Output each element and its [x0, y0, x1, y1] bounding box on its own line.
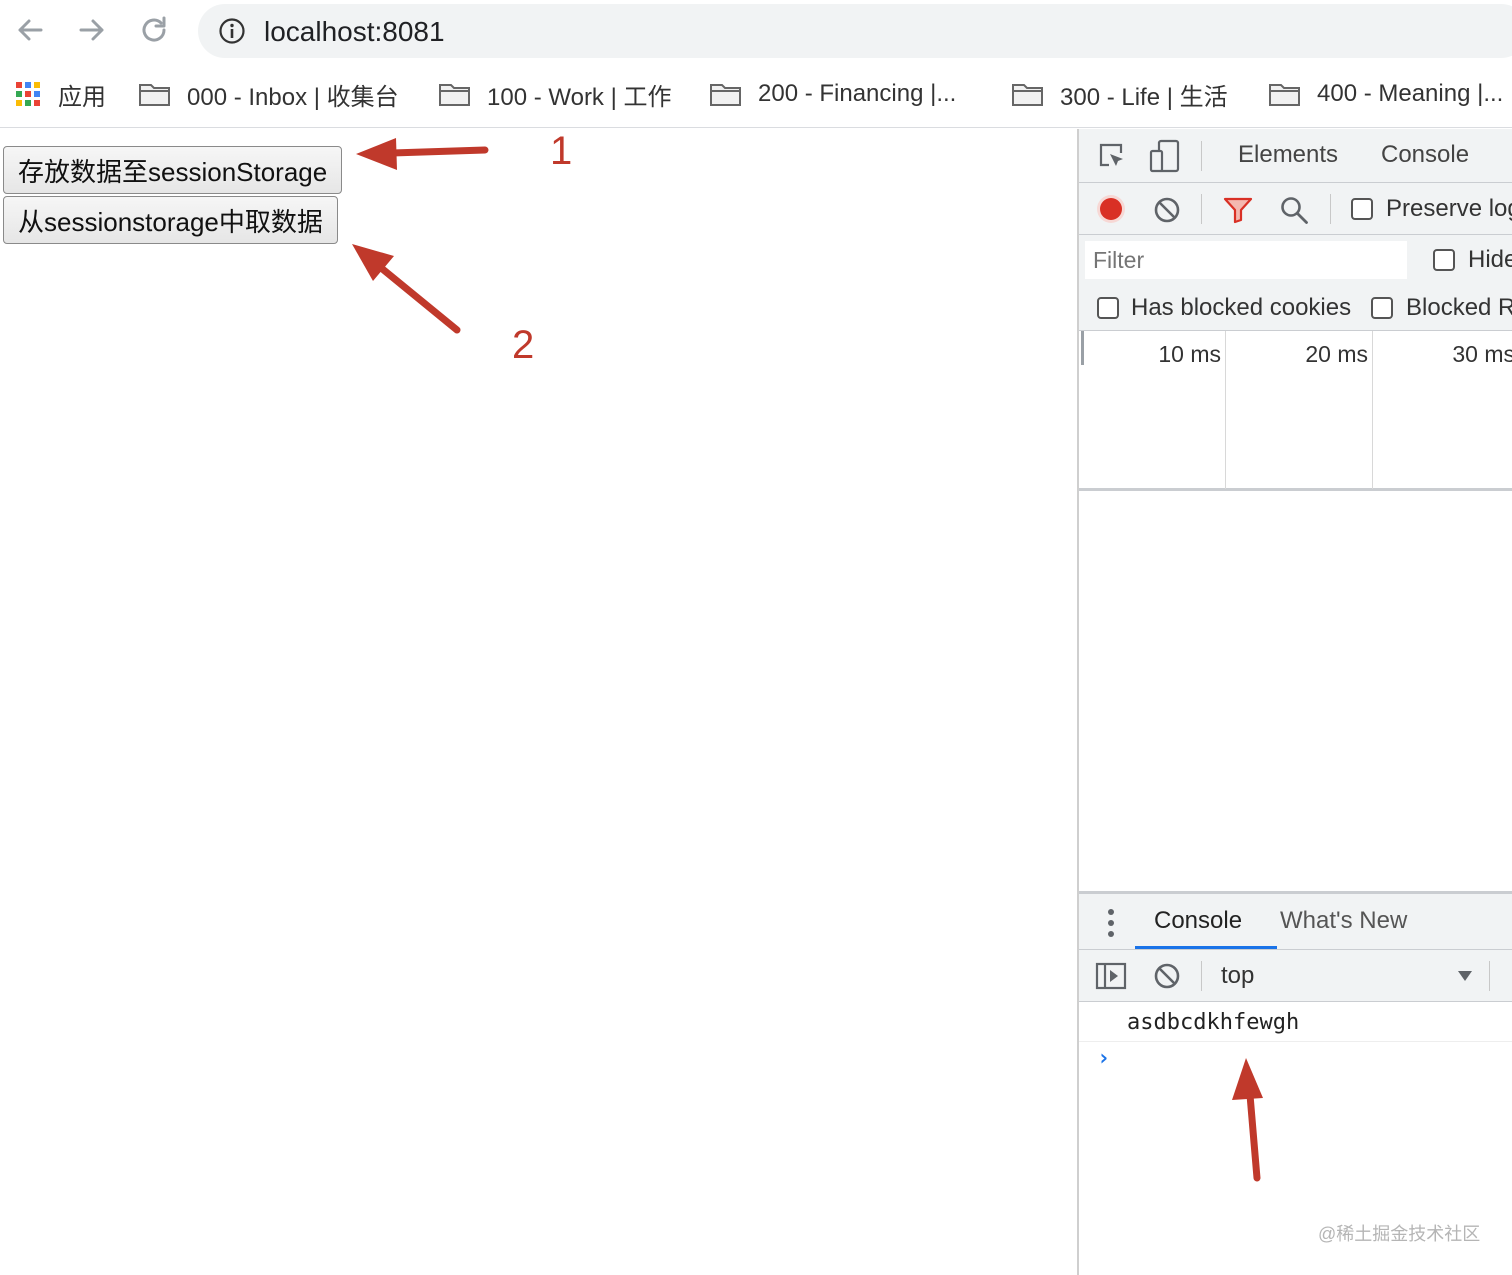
- console-drawer: Console What's New top asdbcdkhfewgh ›: [1079, 891, 1512, 1275]
- watermark: @稀土掘金技术社区: [1318, 1224, 1481, 1244]
- bookmark-folder-meaning[interactable]: 400 - Meaning |...: [1268, 76, 1503, 112]
- context-selector[interactable]: top: [1209, 956, 1479, 996]
- chevron-down-icon: [1458, 971, 1472, 981]
- devtools-tabbar: Elements Console: [1079, 129, 1512, 183]
- timeline-tick-label: 20 ms: [1305, 341, 1368, 367]
- bookmark-label: 000 - Inbox | 收集台: [187, 83, 399, 111]
- network-toolbar: Preserve log: [1079, 183, 1512, 235]
- reload-button[interactable]: [136, 12, 172, 48]
- clear-icon[interactable]: [1153, 196, 1181, 224]
- bookmark-folder-inbox[interactable]: 000 - Inbox | 收集台: [138, 76, 399, 112]
- inspect-element-icon[interactable]: [1097, 141, 1127, 171]
- devtools-panel: Elements Console Preserve log Hide Has b…: [1077, 129, 1512, 1275]
- bookmark-label: 100 - Work | 工作: [487, 83, 672, 111]
- timeline-gridline: [1225, 331, 1226, 489]
- annotation-number-2: 2: [512, 323, 535, 367]
- read-from-session-storage-button[interactable]: 从sessionstorage中取数据: [3, 196, 338, 244]
- clear-console-icon[interactable]: [1153, 962, 1181, 990]
- context-selector-value: top: [1221, 962, 1255, 989]
- timeline-tick-label: 30 ms: [1452, 341, 1512, 367]
- bookmark-folder-life[interactable]: 300 - Life | 生活: [1011, 76, 1228, 112]
- preserve-log-checkbox[interactable]: [1351, 198, 1373, 220]
- separator: [1201, 961, 1202, 991]
- bookmark-apps[interactable]: 应用: [16, 76, 106, 112]
- blocked-requests-checkbox[interactable]: [1371, 297, 1393, 319]
- separator: [1201, 141, 1202, 171]
- preserve-log-label: Preserve log: [1386, 195, 1512, 222]
- arrow-right-icon: [79, 19, 104, 41]
- bookmarks-bar: 应用 000 - Inbox | 收集台 100 - Work | 工作 200…: [0, 62, 1512, 128]
- timeline-start-marker: [1081, 331, 1084, 365]
- apps-grid-icon: [16, 82, 40, 106]
- separator: [1330, 194, 1331, 224]
- annotation-number-1: 1: [550, 129, 573, 173]
- has-blocked-cookies-checkbox[interactable]: [1097, 297, 1119, 319]
- page-viewport: 存放数据至sessionStorage 从sessionstorage中取数据 …: [0, 129, 1077, 1275]
- drawer-tabbar: Console What's New: [1079, 894, 1512, 950]
- bookmark-folder-work[interactable]: 100 - Work | 工作: [438, 76, 672, 112]
- more-vertical-icon[interactable]: [1107, 908, 1115, 938]
- timeline-gridline: [1372, 331, 1373, 489]
- filter-input[interactable]: [1085, 241, 1407, 279]
- timeline-tick-label: 10 ms: [1158, 341, 1221, 367]
- bookmark-folder-financing[interactable]: 200 - Financing |...: [709, 76, 956, 112]
- network-timeline-overview[interactable]: 10 ms 20 ms 30 ms: [1079, 331, 1512, 491]
- url-text[interactable]: localhost:8081: [264, 16, 445, 48]
- reload-icon: [142, 16, 166, 42]
- console-output-text: asdbcdkhfewgh: [1127, 1010, 1300, 1035]
- filter-row: Hide: [1079, 235, 1512, 285]
- back-button[interactable]: [12, 12, 48, 48]
- hide-data-urls-checkbox[interactable]: [1433, 249, 1455, 271]
- filter-icon[interactable]: [1223, 196, 1253, 224]
- bookmark-label: 应用: [58, 83, 106, 111]
- network-request-list[interactable]: [1079, 491, 1512, 891]
- bookmark-label: 400 - Meaning |...: [1317, 80, 1504, 107]
- console-message: asdbcdkhfewgh: [1079, 1002, 1512, 1042]
- has-blocked-cookies-label: Has blocked cookies: [1131, 294, 1352, 321]
- folder-icon: [1012, 84, 1043, 106]
- separator: [1489, 961, 1490, 991]
- arrow-left-icon: [18, 19, 43, 41]
- bookmark-label: 200 - Financing |...: [758, 80, 957, 107]
- info-icon[interactable]: [218, 17, 246, 45]
- separator: [1201, 194, 1202, 224]
- active-tab-indicator: [1135, 946, 1277, 949]
- search-icon[interactable]: [1279, 195, 1309, 225]
- device-toolbar-icon[interactable]: [1149, 139, 1181, 173]
- console-toolbar: top: [1079, 950, 1512, 1002]
- blocked-requests-label: Blocked R: [1406, 294, 1512, 321]
- folder-icon: [439, 84, 470, 106]
- drawer-tab-whats-new[interactable]: What's New: [1280, 907, 1407, 935]
- folder-icon: [1269, 84, 1300, 106]
- save-to-session-storage-button[interactable]: 存放数据至sessionStorage: [3, 146, 343, 194]
- browser-toolbar: localhost:8081: [0, 0, 1512, 62]
- sidebar-toggle-icon[interactable]: [1095, 962, 1127, 990]
- folder-icon: [710, 84, 741, 106]
- forward-button[interactable]: [74, 12, 110, 48]
- tab-elements[interactable]: Elements: [1238, 141, 1338, 169]
- tab-console[interactable]: Console: [1381, 141, 1469, 169]
- drawer-tab-console[interactable]: Console: [1154, 907, 1242, 935]
- record-icon[interactable]: [1095, 193, 1127, 225]
- folder-icon: [139, 84, 170, 106]
- bookmark-label: 300 - Life | 生活: [1060, 83, 1228, 111]
- blocked-filters-row: Has blocked cookies Blocked R: [1079, 285, 1512, 331]
- console-prompt[interactable]: ›: [1097, 1046, 1110, 1071]
- address-bar[interactable]: localhost:8081: [198, 4, 1512, 58]
- hide-label: Hide: [1468, 246, 1512, 273]
